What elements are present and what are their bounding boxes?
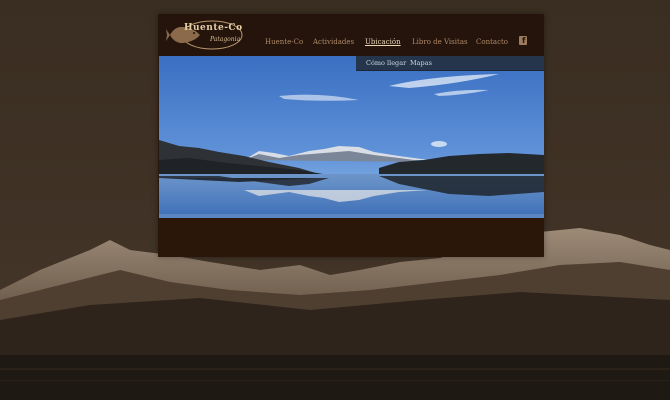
nav-item-actividades[interactable]: Actividades xyxy=(313,38,354,46)
content-area xyxy=(158,218,544,257)
nav-item-contacto[interactable]: Contacto xyxy=(476,38,508,46)
nav-item-libro-de-visitas[interactable]: Libro de Visitas xyxy=(412,38,468,46)
submenu-item-mapas[interactable]: Mapas xyxy=(410,59,432,67)
ubicacion-submenu: Cómo llegar Mapas xyxy=(356,56,544,71)
logo-tagline: Patagonia xyxy=(210,36,241,43)
nav-item-huente-co[interactable]: Huente-Co xyxy=(265,38,303,46)
site-container: Huente-Co Patagonia Huente-Co Actividade… xyxy=(158,14,544,257)
logo-name: Huente-Co xyxy=(184,23,243,33)
logo[interactable]: Huente-Co Patagonia xyxy=(166,18,244,52)
facebook-icon[interactable]: f xyxy=(519,36,527,45)
nav-item-ubicacion[interactable]: Ubicación xyxy=(365,38,401,46)
hero-lake-mountain-image xyxy=(159,56,544,218)
submenu-item-como-llegar[interactable]: Cómo llegar xyxy=(366,59,406,67)
header: Huente-Co Patagonia Huente-Co Actividade… xyxy=(158,14,544,56)
